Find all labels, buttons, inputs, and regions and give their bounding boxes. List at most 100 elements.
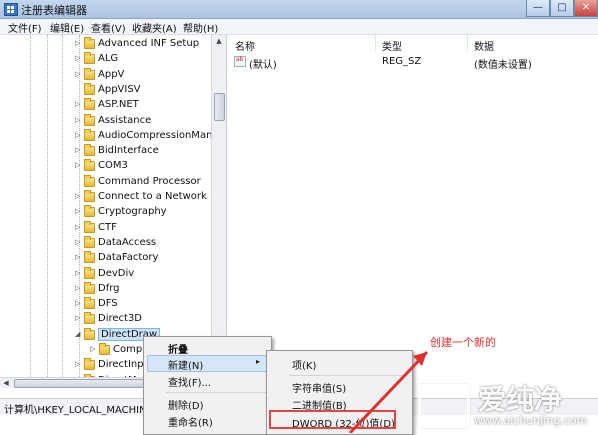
folder-icon: [84, 281, 95, 294]
tree-item[interactable]: ▷ BidInterface: [75, 144, 216, 159]
tree-item[interactable]: Command Processor: [76, 174, 216, 190]
folder-icon: [84, 144, 95, 157]
menu-new-string-value[interactable]: 字符串值(S): [292, 380, 346, 395]
expand-toggle-icon[interactable]: ▷: [75, 100, 83, 108]
expand-toggle-icon[interactable]: ▷: [75, 161, 83, 169]
menu-delete[interactable]: 删除(D): [168, 397, 204, 412]
maximize-button[interactable]: □: [550, 0, 574, 17]
tree-item-label: CTF: [98, 221, 117, 233]
tree-item[interactable]: ▷ DFS: [75, 297, 216, 312]
menu-favorites[interactable]: 收藏夹(A): [132, 20, 177, 35]
menu-file[interactable]: 文件(F): [8, 20, 42, 35]
menu-highlight: [147, 355, 269, 372]
tree-item-label: Connect to a Network Pro: [98, 191, 226, 202]
tree-item[interactable]: ▷ ASP.NET: [75, 98, 216, 113]
scroll-up-arrow-icon[interactable]: ▲: [212, 35, 226, 47]
folder-icon: [84, 113, 95, 126]
menu-find[interactable]: 查找(F)...: [168, 374, 211, 389]
expand-toggle-icon[interactable]: ▷: [90, 345, 98, 353]
tree-item-label: DataFactory: [98, 252, 159, 264]
tree-item[interactable]: ▷ ALG: [75, 52, 216, 67]
column-header-type[interactable]: 类型: [382, 38, 402, 53]
expand-toggle-icon[interactable]: ▷: [75, 238, 83, 246]
tree-item[interactable]: ▷ COM3: [75, 159, 216, 174]
menu-edit[interactable]: 编辑(E): [50, 20, 84, 35]
menu-divider: [166, 392, 266, 393]
expand-toggle-icon[interactable]: ▷: [75, 207, 83, 215]
tree-item[interactable]: ▷ Assistance: [75, 113, 216, 129]
expand-toggle-icon[interactable]: ▷: [75, 146, 83, 154]
menu-bar: 文件(F) 编辑(E) 查看(V) 收藏夹(A) 帮助(H): [0, 19, 598, 35]
column-header-data[interactable]: 数据: [474, 38, 494, 53]
folder-icon: [84, 82, 95, 95]
tree-item-label: Advanced INF Setup: [98, 38, 200, 49]
expand-toggle-icon[interactable]: ▷: [75, 314, 83, 322]
tree-guide-line: [47, 35, 48, 387]
expand-toggle-icon[interactable]: ▷: [75, 223, 83, 231]
expand-toggle-icon[interactable]: ▷: [75, 192, 83, 200]
folder-icon: [84, 297, 95, 310]
expand-toggle-icon[interactable]: ▷: [75, 116, 83, 124]
menu-rename[interactable]: 重命名(R): [168, 414, 213, 429]
expand-toggle-icon[interactable]: ▷: [75, 269, 83, 277]
tree-item[interactable]: ▷ Dfrg: [75, 281, 216, 297]
tree-item-label: DataAccess: [98, 236, 157, 248]
tree-item[interactable]: ▷ AudioCompressionManag: [75, 128, 225, 144]
folder-icon: [84, 190, 95, 202]
folder-icon: [84, 312, 95, 325]
tree-item[interactable]: ▷ Advanced INF Setup: [75, 37, 216, 52]
scroll-left-arrow-icon[interactable]: ◀: [0, 378, 12, 388]
folder-icon: [84, 159, 95, 172]
folder-icon: [84, 327, 95, 340]
list-item[interactable]: ab (默认) REG_SZ (数值未设置): [227, 55, 598, 71]
highlight-box: [269, 410, 396, 429]
expand-toggle-icon[interactable]: ◢: [75, 330, 83, 338]
folder-icon: [84, 128, 95, 141]
tree-item[interactable]: ▷ CTF: [75, 220, 216, 236]
folder-icon: [84, 174, 95, 187]
menu-new-key[interactable]: 项(K): [292, 357, 316, 372]
tree-item[interactable]: ▷ DataAccess: [75, 235, 216, 251]
folder-icon: [84, 235, 95, 248]
folder-icon: [84, 52, 95, 65]
annotation-text: 创建一个新的: [430, 336, 496, 349]
expand-toggle-icon[interactable]: ▷: [75, 284, 83, 292]
tree-vertical-scrollbar[interactable]: ▲ ▼: [211, 35, 226, 377]
value-type: REG_SZ: [382, 56, 422, 67]
tree-item[interactable]: AppVISV: [76, 82, 216, 98]
value-data: (数值未设置): [474, 60, 532, 71]
menu-view[interactable]: 查看(V): [91, 20, 126, 35]
context-menu: 折叠 新建(N) ▸ 查找(F)... 删除(D) 重命名(R): [143, 336, 272, 435]
tree-item-label: AudioCompressionManag: [98, 129, 225, 141]
values-list[interactable]: 名称 类型 数据 ab (默认) REG_SZ (数值未设置): [227, 35, 598, 387]
tree-item[interactable]: ▷ AppV: [75, 67, 216, 83]
expand-toggle-icon[interactable]: ▷: [75, 70, 83, 78]
string-value-icon: ab: [234, 56, 246, 67]
folder-icon: [84, 251, 95, 264]
registry-tree[interactable]: ▷ Advanced INF Setup ▷ ALG ▷ AppV AppVISV ▷ ASP.…: [0, 35, 227, 387]
scroll-thumb[interactable]: [214, 93, 225, 121]
tree-item-label: AppVISV: [98, 83, 141, 95]
close-button[interactable]: ✕: [574, 0, 598, 17]
expand-toggle-icon[interactable]: ▷: [75, 299, 83, 307]
menu-divider: [289, 375, 407, 376]
tree-item[interactable]: ▷ DevDiv: [75, 266, 216, 282]
tree-item-label: Direct3D: [98, 313, 143, 325]
expand-toggle-icon[interactable]: ▷: [75, 39, 83, 47]
menu-new[interactable]: 新建(N): [168, 357, 203, 372]
menu-help[interactable]: 帮助(H): [183, 20, 218, 35]
menu-collapse[interactable]: 折叠: [168, 341, 188, 356]
tree-item[interactable]: ▷ Connect to a Network Pro: [75, 190, 226, 205]
folder-icon: [84, 37, 95, 49]
expand-toggle-icon[interactable]: ▷: [75, 54, 83, 62]
tree-item-label: BidInterface: [98, 145, 159, 157]
minimize-button[interactable]: —: [526, 0, 550, 17]
window-title: 注册表编辑器: [21, 4, 87, 17]
tree-item[interactable]: ▷ Cryptography: [75, 205, 216, 220]
expand-toggle-icon[interactable]: ▷: [75, 131, 83, 139]
expand-toggle-icon[interactable]: ▷: [75, 360, 83, 368]
tree-item[interactable]: ▷ Direct3D: [75, 312, 216, 327]
expand-toggle-icon[interactable]: ▷: [75, 253, 83, 261]
column-header-name[interactable]: 名称: [235, 38, 255, 53]
tree-item[interactable]: ▷ DataFactory: [75, 251, 216, 266]
